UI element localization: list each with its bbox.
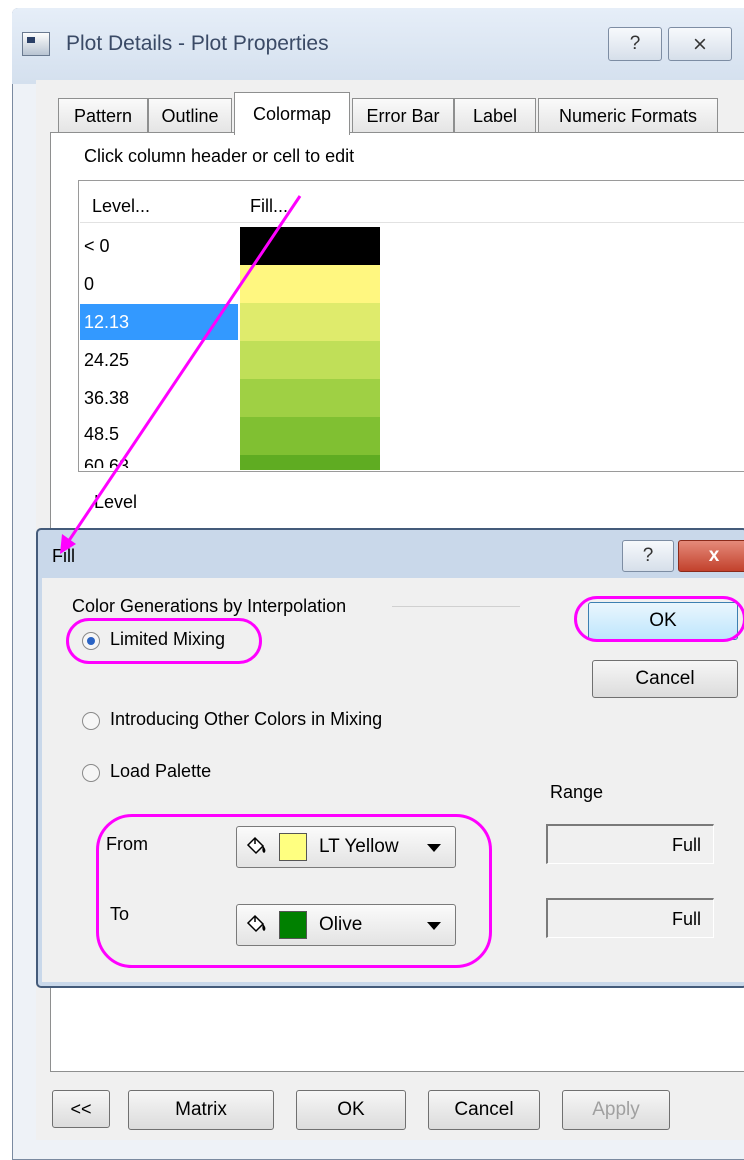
tab-outline[interactable]: Outline (148, 98, 232, 133)
tab-label[interactable]: Label (454, 98, 536, 133)
fill-swatch[interactable] (240, 227, 380, 265)
level-footer-label: Level (94, 492, 138, 512)
fill-swatch[interactable] (240, 265, 380, 303)
help-button[interactable]: ? (608, 27, 662, 61)
fill-dialog-title: Fill (52, 546, 75, 566)
apply-button[interactable]: Apply (562, 1090, 670, 1130)
ok-button[interactable]: OK (296, 1090, 406, 1130)
tab-colormap[interactable]: Colormap (234, 92, 350, 135)
column-header-fill[interactable]: Fill... (250, 196, 288, 217)
level-cell[interactable]: 48.5 (80, 416, 238, 452)
fill-cancel-button[interactable]: Cancel (592, 660, 738, 698)
fill-close-button[interactable]: x (678, 540, 744, 572)
header-divider (80, 222, 744, 223)
radio-load-palette[interactable] (82, 764, 100, 782)
fill-swatch[interactable] (240, 341, 380, 379)
highlight-from-to-colors (96, 814, 492, 968)
level-cell[interactable]: < 0 (80, 228, 238, 264)
range-label: Range (550, 782, 604, 802)
tab-pattern[interactable]: Pattern (58, 98, 148, 133)
group-divider (392, 606, 520, 607)
level-cell[interactable]: 36.38 (80, 380, 238, 416)
highlight-ok-button (574, 596, 744, 642)
radio-label-introducing-other-colors[interactable]: Introducing Other Colors in Mixing (110, 709, 382, 730)
matrix-button[interactable]: Matrix (128, 1090, 274, 1130)
highlight-limited-mixing (66, 618, 262, 664)
app-window-icon (22, 32, 50, 56)
cancel-button[interactable]: Cancel (428, 1090, 540, 1130)
tab-error-bar[interactable]: Error Bar (352, 98, 454, 133)
collapse-button[interactable]: << (52, 1090, 110, 1128)
tab-numeric-formats[interactable]: Numeric Formats (538, 98, 718, 133)
fill-swatch[interactable] (240, 455, 380, 470)
window-title: Plot Details - Plot Properties (66, 32, 329, 55)
fill-swatch[interactable] (240, 303, 380, 341)
fill-swatch[interactable] (240, 417, 380, 455)
fill-help-button[interactable]: ? (622, 540, 674, 572)
close-button[interactable]: ⨯ (668, 27, 732, 61)
radio-label-load-palette[interactable]: Load Palette (110, 761, 211, 782)
level-cell-selected[interactable]: 12.13 (80, 304, 238, 340)
colormap-hint: Click column header or cell to edit (84, 146, 355, 166)
radio-introducing-other-colors[interactable] (82, 712, 100, 730)
fill-swatch[interactable] (240, 379, 380, 417)
column-header-level[interactable]: Level... (92, 196, 150, 217)
level-cell[interactable]: 0 (80, 266, 238, 302)
interpolation-group-label: Color Generations by Interpolation (72, 596, 347, 616)
range-to-field[interactable]: Full (546, 898, 714, 938)
level-cell[interactable]: 60.63 (80, 448, 238, 468)
range-from-field[interactable]: Full (546, 824, 714, 864)
level-cell[interactable]: 24.25 (80, 342, 238, 378)
